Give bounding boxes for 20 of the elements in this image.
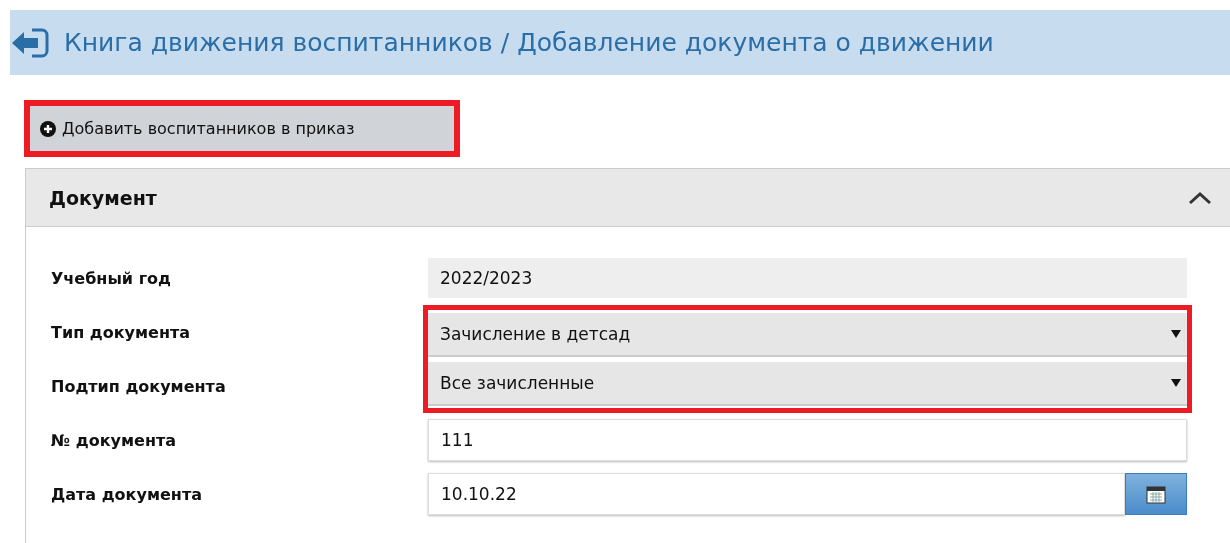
add-pupils-button[interactable]: Добавить воспитанников в приказ <box>30 106 454 151</box>
field-label: Тип документа <box>51 322 190 342</box>
field-label: Учебный год <box>51 268 171 288</box>
field-label: Подтип документа <box>51 376 226 396</box>
dropdown[interactable]: Все зачисленные <box>428 361 1187 406</box>
school-year-field: 2022/2023 <box>428 258 1187 298</box>
dropdown-arrow-icon <box>1171 378 1181 387</box>
page-title: Книга движения воспитанников / Добавление документа о движении <box>64 28 994 57</box>
field-label: № документа <box>51 430 177 450</box>
chevron-icon[interactable] <box>1188 190 1212 205</box>
panel-title: Документ <box>49 186 157 209</box>
calendar-button[interactable] <box>1125 473 1187 515</box>
input-field[interactable]: 111 <box>428 419 1187 461</box>
plus-circle-icon <box>40 120 56 137</box>
date-field[interactable]: 10.10.22 <box>428 473 1125 515</box>
panel-header[interactable]: Документ <box>26 169 1230 227</box>
dropdown[interactable]: Зачисление в детсад <box>428 312 1187 357</box>
dropdown-arrow-icon <box>1171 329 1181 338</box>
calendar-icon <box>1146 484 1166 504</box>
field-label: Дата документа <box>51 484 202 504</box>
